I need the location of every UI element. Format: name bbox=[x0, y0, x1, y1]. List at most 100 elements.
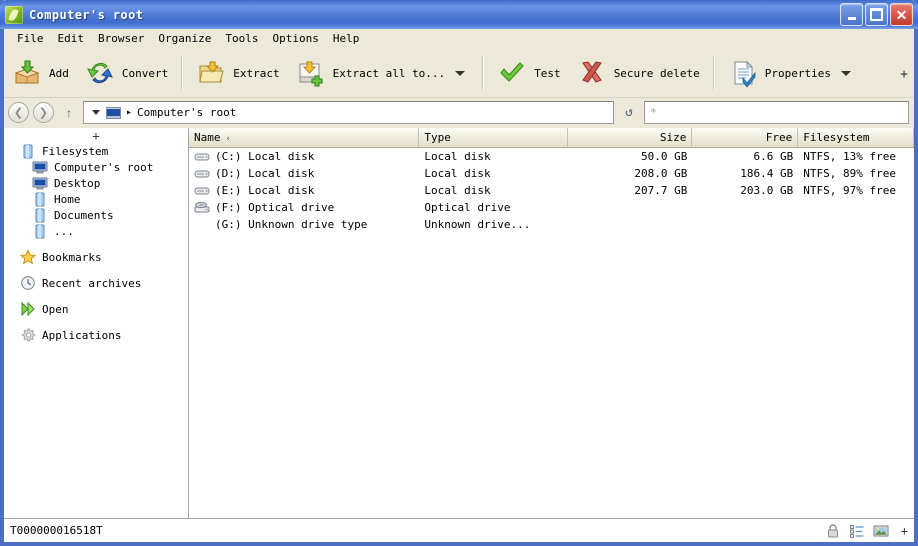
path-current-location[interactable]: Computer's root bbox=[137, 106, 236, 119]
toolbar-extract-all-button[interactable]: Extract all to... bbox=[288, 51, 478, 95]
computer-icon bbox=[32, 159, 48, 175]
column-header-type[interactable]: Type bbox=[419, 128, 568, 147]
minimize-button[interactable] bbox=[840, 3, 863, 26]
column-header-row: Name ‹ Type Size Free Filesystem bbox=[189, 128, 914, 148]
cell-type: Local disk bbox=[424, 184, 491, 197]
toolbar-separator-3 bbox=[712, 56, 715, 90]
menu-file[interactable]: File bbox=[10, 31, 51, 46]
convert-arrows-icon bbox=[85, 58, 115, 88]
refresh-button[interactable]: ↺ bbox=[614, 101, 644, 124]
cell-size: 208.0 GB bbox=[634, 167, 688, 180]
close-button[interactable]: ✕ bbox=[890, 3, 913, 26]
column-header-size[interactable]: Size bbox=[568, 128, 693, 147]
table-row[interactable]: (E:) Local disk Local disk 207.7 GB 203.… bbox=[189, 182, 914, 199]
sidebar-item-computers-root[interactable]: Computer's root bbox=[4, 159, 188, 175]
column-header-filesystem[interactable]: Filesystem bbox=[798, 128, 914, 147]
cell-name: (F:) Optical drive bbox=[189, 201, 419, 214]
search-field[interactable]: * bbox=[644, 101, 909, 124]
toolbar-add-button[interactable]: Add bbox=[4, 51, 77, 95]
desktop-icon bbox=[32, 175, 48, 191]
toolbar-extract-button[interactable]: Extract bbox=[188, 51, 287, 95]
sidebar-expander[interactable]: + bbox=[4, 128, 188, 143]
toolbar-separator-2 bbox=[482, 56, 485, 90]
toolbar-test-button[interactable]: Test bbox=[489, 51, 569, 95]
sidebar-item-bookmarks-label: Bookmarks bbox=[42, 250, 102, 264]
table-row[interactable]: (G:) Unknown drive type Unknown drive... bbox=[189, 216, 914, 233]
sidebar-item-desktop[interactable]: Desktop bbox=[4, 175, 188, 191]
address-bar: ❮ ❯ ↑ ▸ Computer's root ↺ * bbox=[4, 98, 914, 127]
sidebar-item-recent-archives[interactable]: Recent archives bbox=[4, 275, 188, 291]
star-icon bbox=[19, 249, 37, 265]
table-row[interactable]: (F:) Optical drive Optical drive bbox=[189, 199, 914, 216]
menu-options[interactable]: Options bbox=[265, 31, 325, 46]
status-expand-button[interactable]: + bbox=[901, 524, 908, 538]
column-header-name[interactable]: Name ‹ bbox=[189, 128, 420, 147]
drive-icon bbox=[20, 143, 36, 159]
sidebar-item-applications-label: Applications bbox=[42, 328, 122, 342]
sidebar-item-open[interactable]: Open bbox=[4, 301, 188, 317]
lock-icon[interactable] bbox=[825, 523, 841, 539]
back-button[interactable]: ❮ bbox=[8, 102, 29, 123]
toolbar-convert-button[interactable]: Convert bbox=[77, 51, 176, 95]
toolbar-overflow-button[interactable]: + bbox=[900, 67, 908, 82]
sidebar-item-home[interactable]: Home bbox=[4, 191, 188, 207]
sidebar-item-more-label: ... bbox=[54, 224, 74, 238]
forward-button[interactable]: ❯ bbox=[33, 102, 54, 123]
drive-icon bbox=[32, 191, 48, 207]
search-input[interactable]: * bbox=[650, 106, 657, 119]
cell-free: 186.4 GB bbox=[740, 167, 794, 180]
toolbar-convert-label: Convert bbox=[121, 66, 169, 80]
maximize-button[interactable] bbox=[865, 3, 888, 26]
cell-name-label: (G:) Unknown drive type bbox=[215, 218, 368, 231]
sidebar-item-documents-label: Documents bbox=[54, 208, 114, 222]
sort-indicator-icon: ‹ bbox=[225, 134, 231, 144]
local-disk-icon bbox=[194, 150, 210, 163]
sidebar-item-recent-archives-label: Recent archives bbox=[42, 276, 142, 290]
toolbar: Add Convert Extract Extract all to... Te… bbox=[4, 49, 914, 98]
sidebar-item-more[interactable]: ... bbox=[4, 223, 188, 239]
menu-organize[interactable]: Organize bbox=[151, 31, 218, 46]
local-disk-icon bbox=[194, 184, 210, 197]
content-area: + Filesystem Computer's root Desktop Hom… bbox=[4, 127, 914, 518]
menu-help[interactable]: Help bbox=[326, 31, 367, 46]
list-view-icon[interactable] bbox=[849, 523, 865, 539]
menu-tools[interactable]: Tools bbox=[218, 31, 265, 46]
sidebar-item-filesystem-label: Filesystem bbox=[42, 144, 109, 158]
table-row[interactable]: (C:) Local disk Local disk 50.0 GB 6.6 G… bbox=[189, 148, 914, 165]
toolbar-add-label: Add bbox=[49, 66, 69, 80]
extract-folder-icon bbox=[196, 58, 226, 88]
extract-all-chevron-down-icon[interactable] bbox=[455, 70, 466, 76]
sidebar-item-filesystem[interactable]: Filesystem bbox=[4, 143, 188, 159]
cell-name-label: (F:) Optical drive bbox=[215, 201, 335, 214]
table-row[interactable]: (D:) Local disk Local disk 208.0 GB 186.… bbox=[189, 165, 914, 182]
sidebar-item-applications[interactable]: Applications bbox=[4, 327, 188, 343]
up-button[interactable]: ↑ bbox=[60, 103, 78, 122]
sidebar-item-open-label: Open bbox=[42, 302, 69, 316]
column-header-name-label: Name bbox=[194, 131, 221, 144]
toolbar-secure-delete-button[interactable]: Secure delete bbox=[569, 51, 708, 95]
close-icon: ✕ bbox=[895, 6, 908, 23]
toolbar-properties-button[interactable]: Properties bbox=[720, 51, 863, 95]
sidebar-item-documents[interactable]: Documents bbox=[4, 207, 188, 223]
menu-edit[interactable]: Edit bbox=[51, 31, 92, 46]
sidebar-item-bookmarks[interactable]: Bookmarks bbox=[4, 249, 188, 265]
menu-browser[interactable]: Browser bbox=[91, 31, 151, 46]
status-bar: T000000016518T + bbox=[4, 518, 914, 542]
sidebar-item-computers-root-label: Computer's root bbox=[54, 160, 154, 174]
window-controls: ✕ bbox=[840, 3, 913, 26]
no-icon bbox=[194, 218, 210, 231]
toolbar-extract-label: Extract bbox=[233, 66, 280, 80]
sidebar-item-home-label: Home bbox=[54, 192, 81, 206]
path-bar[interactable]: ▸ Computer's root bbox=[83, 101, 614, 124]
properties-chevron-down-icon[interactable] bbox=[841, 70, 852, 76]
file-list-rows: (C:) Local disk Local disk 50.0 GB 6.6 G… bbox=[189, 148, 914, 518]
thumbnail-view-icon[interactable] bbox=[873, 523, 889, 539]
cell-filesystem: NTFS, 97% free bbox=[803, 184, 896, 197]
gear-icon bbox=[20, 327, 36, 343]
drive-icon bbox=[32, 207, 48, 223]
column-header-free[interactable]: Free bbox=[692, 128, 799, 147]
path-chevron-down-icon[interactable] bbox=[92, 110, 100, 115]
toolbar-extract-all-label: Extract all to... bbox=[332, 66, 446, 80]
toolbar-test-label: Test bbox=[534, 66, 561, 80]
status-bar-icons: + bbox=[825, 523, 908, 539]
